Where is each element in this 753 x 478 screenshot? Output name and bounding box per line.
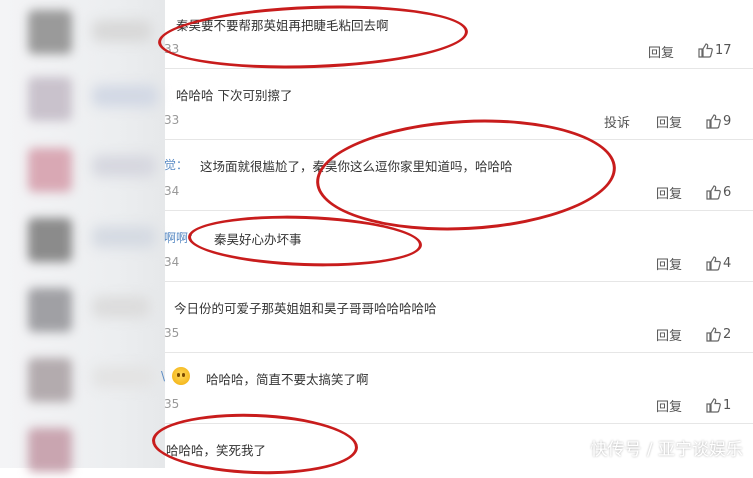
- blurred-username: [92, 85, 158, 107]
- like-count: 6: [723, 184, 732, 200]
- thumbs-up-icon: [706, 256, 721, 271]
- avatar: [28, 77, 72, 121]
- like-button[interactable]: 6: [705, 184, 731, 200]
- like-button[interactable]: 2: [705, 326, 731, 342]
- reply-button[interactable]: 回复: [656, 396, 682, 415]
- annotation-ellipse: [157, 0, 469, 74]
- divider: [165, 139, 753, 140]
- avatar: [28, 218, 72, 262]
- divider: [165, 352, 753, 353]
- reply-button[interactable]: 回复: [656, 254, 682, 273]
- thumbs-up-icon: [698, 43, 713, 58]
- like-button[interactable]: 17: [697, 42, 732, 58]
- reply-button[interactable]: 回复: [656, 112, 682, 131]
- comment-time: 35: [164, 326, 180, 340]
- reply-button[interactable]: 回复: [648, 42, 674, 61]
- comment-text: 哈哈哈，简直不要太搞笑了啊: [206, 372, 369, 387]
- avatar: [28, 358, 72, 402]
- comment-username[interactable]: 啊啊：: [164, 229, 200, 246]
- comment-text: 秦昊好心办坏事: [214, 232, 302, 247]
- blurred-avatar-column: [0, 0, 165, 472]
- like-button[interactable]: 1: [705, 397, 731, 413]
- divider: [165, 281, 753, 282]
- like-count: 17: [715, 42, 732, 58]
- like-count: 9: [723, 113, 732, 129]
- avatar: [28, 148, 72, 192]
- comment-username[interactable]: \: [161, 369, 165, 383]
- comment-text: 这场面就很尴尬了，秦昊你这么逗你家里知道吗，哈哈哈: [200, 159, 513, 174]
- like-button[interactable]: 4: [705, 255, 731, 271]
- blurred-username: [92, 296, 150, 318]
- annotation-ellipse: [313, 112, 619, 238]
- divider: [165, 210, 753, 211]
- comment-text: 哈哈哈，笑死我了: [166, 443, 267, 458]
- report-button[interactable]: 投诉: [604, 112, 630, 131]
- divider: [165, 68, 753, 69]
- blurred-username: [92, 226, 156, 248]
- reply-button[interactable]: 回复: [656, 325, 682, 344]
- like-count: 1: [723, 397, 732, 413]
- avatar: [28, 10, 72, 54]
- watermark: 快传号 / 亚宁谈娱乐: [590, 440, 743, 460]
- blurred-username: [92, 155, 156, 177]
- avatar: [28, 428, 72, 472]
- blurred-username: [92, 366, 154, 388]
- thumbs-up-icon: [706, 398, 721, 413]
- like-count: 2: [723, 326, 732, 342]
- thumbs-up-icon: [706, 185, 721, 200]
- avatar: [28, 288, 72, 332]
- like-button[interactable]: 9: [705, 113, 731, 129]
- comment-username[interactable]: 觉：: [164, 156, 188, 173]
- comment-text: 秦昊要不要帮那英姐再把睫毛粘回去啊: [176, 18, 389, 33]
- comment-time: 34: [164, 184, 180, 198]
- divider: [165, 423, 753, 424]
- comment-time: 35: [164, 397, 180, 411]
- comment-time: 33: [164, 113, 180, 127]
- grinning-emoji-icon: [172, 367, 190, 385]
- blurred-username: [92, 20, 152, 42]
- thumbs-up-icon: [706, 327, 721, 342]
- comment-text: 哈哈哈 下次可别擦了: [176, 88, 293, 103]
- thumbs-up-icon: [706, 114, 721, 129]
- comment-text: 今日份的可爱子那英姐姐和昊子哥哥哈哈哈哈哈: [174, 301, 437, 316]
- comment-time: 33: [164, 42, 180, 56]
- like-count: 4: [723, 255, 732, 271]
- comment-time: 34: [164, 255, 180, 269]
- reply-button[interactable]: 回复: [656, 183, 682, 202]
